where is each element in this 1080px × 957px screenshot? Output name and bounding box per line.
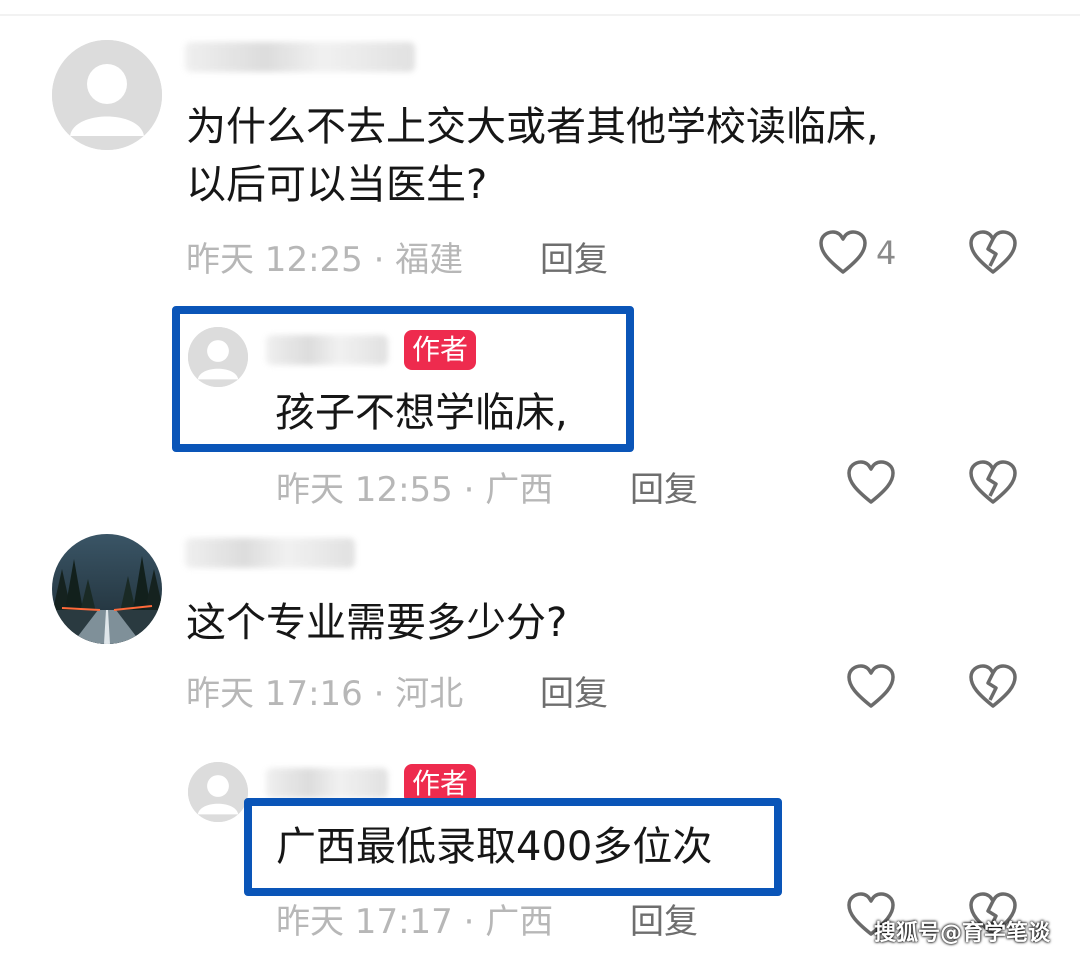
heart-icon[interactable] xyxy=(818,230,868,276)
author-avatar[interactable] xyxy=(188,327,248,387)
user-avatar[interactable] xyxy=(52,40,162,150)
reply-text: 孩子不想学临床, xyxy=(275,390,568,436)
reply-button[interactable]: 回复 xyxy=(630,894,698,943)
like-count: 4 xyxy=(876,234,897,272)
reply-button[interactable]: 回复 xyxy=(540,666,608,715)
comment-text-line1: 为什么不去上交大或者其他学校读临床, xyxy=(186,104,879,150)
reply-text: 广西最低录取400多位次 xyxy=(276,824,713,870)
broken-heart-icon[interactable] xyxy=(968,664,1018,710)
reply-button[interactable]: 回复 xyxy=(630,462,698,511)
heart-icon[interactable] xyxy=(846,460,896,506)
author-badge: 作者 xyxy=(404,330,477,370)
reply-button[interactable]: 回复 xyxy=(540,232,608,281)
heart-icon[interactable] xyxy=(846,664,896,710)
comment-text-line2: 以后可以当医生? xyxy=(186,162,488,208)
reply-meta: 昨天 12:55 · 广西 xyxy=(276,470,554,510)
username-blurred xyxy=(185,42,415,72)
reply-meta: 昨天 17:17 · 广西 xyxy=(276,902,554,942)
default-avatar-icon xyxy=(188,762,248,822)
author-avatar[interactable] xyxy=(188,762,248,822)
broken-heart-icon[interactable] xyxy=(968,230,1018,276)
default-avatar-icon xyxy=(52,40,162,150)
landscape-avatar xyxy=(52,534,162,644)
username-blurred xyxy=(185,538,355,568)
comment-meta: 昨天 17:16 · 河北 xyxy=(186,674,464,714)
comment-text: 这个专业需要多少分? xyxy=(186,600,568,646)
broken-heart-icon[interactable] xyxy=(968,460,1018,506)
watermark: 搜狐号@育学笔谈 xyxy=(873,921,1050,946)
author-name-blurred xyxy=(266,335,388,365)
author-name-blurred xyxy=(266,768,388,798)
comment-meta: 昨天 12:25 · 福建 xyxy=(186,240,464,280)
top-divider xyxy=(0,14,1080,16)
user-avatar[interactable] xyxy=(52,534,162,644)
default-avatar-icon xyxy=(188,327,248,387)
